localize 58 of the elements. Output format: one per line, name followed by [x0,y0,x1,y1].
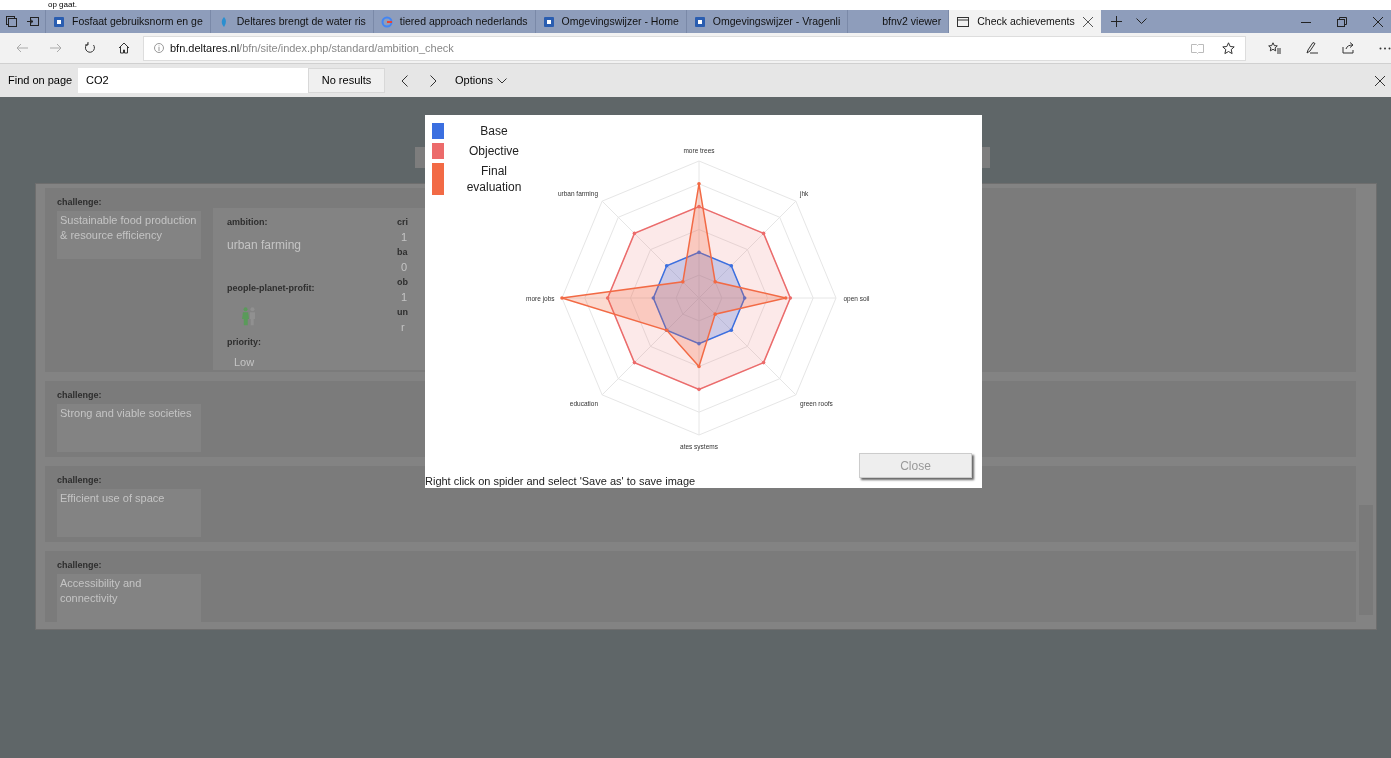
find-field[interactable]: CO2 [78,68,308,93]
field-label: challenge: [57,474,103,486]
hint-text: Right click on spider and select 'Save as' to save image [425,475,696,488]
options-button[interactable]: Options [455,72,507,89]
field-label: people-planet-profit: [227,281,316,295]
result-count: No results [308,68,385,93]
people-icon [241,307,257,326]
chevron-down-icon[interactable] [1135,18,1147,25]
chevron-down-icon [496,77,507,84]
field-value: urban farming [227,236,303,254]
star-icon[interactable] [1222,41,1235,55]
favorites-icon[interactable] [1268,42,1281,54]
challenge-text: Accessibility and connectivity [57,574,201,622]
url-text: bfn.deltares.nl/bfn/site/index.php/standard/ambition_check [170,40,454,56]
close-icon[interactable] [1375,75,1385,86]
caption-text: op gaat. [48,0,77,10]
field-label: challenge: [57,389,103,401]
more-icon[interactable] [1379,46,1391,50]
field-label: ba [397,246,408,258]
field-label: un [397,306,408,318]
next-icon[interactable] [430,74,437,87]
challenge-text: Strong and viable societies [57,404,201,452]
share-icon[interactable] [1342,42,1355,54]
field-value: Low [234,354,256,370]
browser-tab[interactable]: Check achievements [949,10,1101,33]
address-bar[interactable]: bfn.deltares.nl/bfn/site/index.php/standard/ambition_check [143,35,1246,61]
legend-label: Objective [468,143,520,159]
field-label: challenge: [57,559,103,571]
challenge-text: Efficient use of space [57,489,201,537]
find-label: Find on page [8,73,74,89]
field-value: r [401,320,406,335]
window-icon [957,15,970,28]
field-value: 1 [401,230,408,245]
field-label: ob [397,276,408,288]
field-value: 0 [401,260,408,275]
field-label: ambition: [227,216,269,229]
close-icon[interactable] [1373,16,1383,27]
field-label: cri [397,216,408,228]
info-icon[interactable] [154,43,164,53]
challenge-text: Sustainable food production & resource efficiency [57,211,201,259]
previous-icon[interactable] [401,74,408,87]
document-icon [693,15,706,28]
g-letter-icon [380,15,393,28]
legend-label: Final evaluation [465,163,523,195]
home-icon[interactable] [118,42,130,54]
close-tab-icon[interactable] [1082,16,1093,27]
field-label: priority: [227,336,262,349]
set-aside-tabs-icon[interactable] [27,16,39,27]
document-icon [53,15,65,28]
pen-icon[interactable] [1305,42,1318,54]
legend-label: Base [479,123,509,139]
restore-icon[interactable] [1337,16,1347,27]
refresh-icon[interactable] [84,42,96,54]
new-tab-icon[interactable] [1110,16,1122,27]
tab-list-icon[interactable] [6,16,17,27]
document-icon [542,15,555,28]
field-label: challenge: [57,196,103,208]
field-value: 1 [401,290,408,305]
